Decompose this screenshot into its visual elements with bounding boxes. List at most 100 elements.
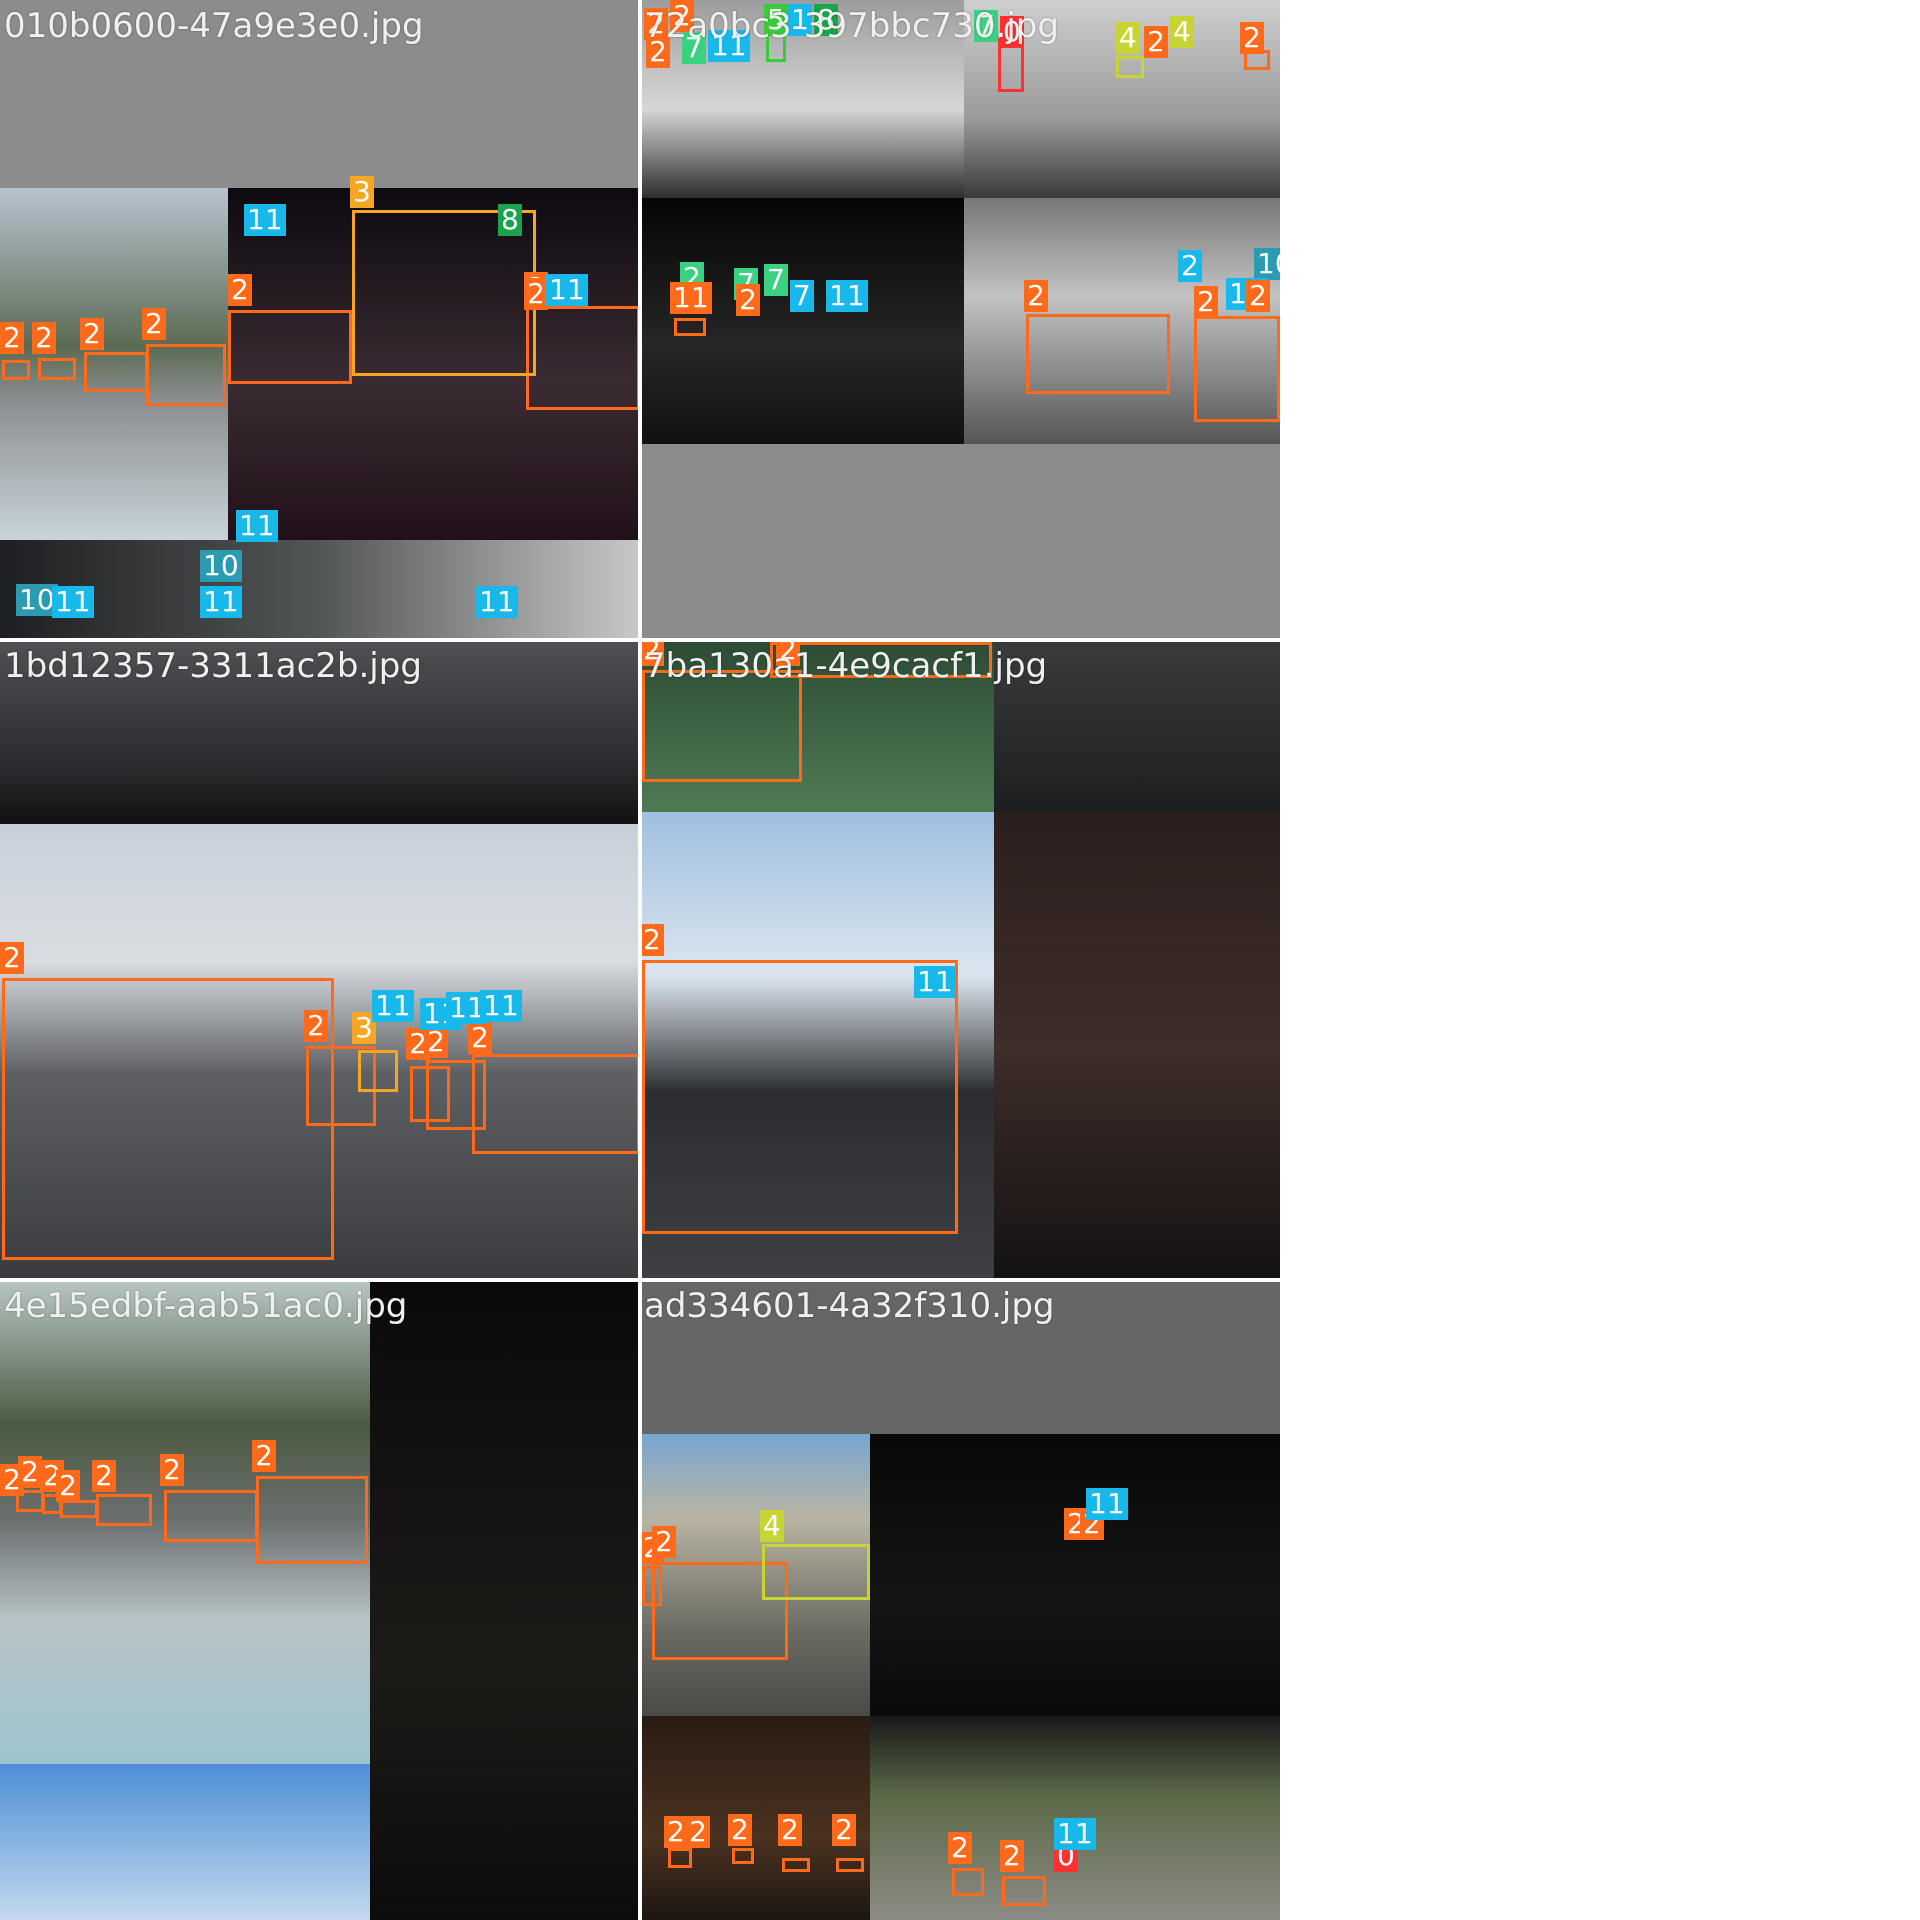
- mosaic-tile-2: 72a0bc3-397bbc730.jpg 2 2 2 7 11 5 1 8 7…: [640, 0, 1280, 640]
- bbox: [472, 1054, 640, 1154]
- class-label: 2: [652, 1526, 676, 1558]
- class-label: 2: [640, 924, 664, 956]
- bbox: [96, 1494, 152, 1526]
- class-label: 10: [1254, 248, 1280, 280]
- bbox: [38, 358, 76, 380]
- mosaic-tile-4: 7ba130a1-4e9cacf1.jpg 2 2 2 11: [640, 640, 1280, 1280]
- class-label: 11: [1054, 1818, 1096, 1850]
- class-label: 2: [664, 1816, 688, 1848]
- class-label: 11: [1086, 1488, 1128, 1520]
- tile-filename: 7ba130a1-4e9cacf1.jpg: [644, 646, 1048, 686]
- night-building-image: [994, 812, 1280, 1280]
- mosaic-tile-1: 010b0600-47a9e3e0.jpg 2 2 2 2 2 2 3 8 11…: [0, 0, 640, 640]
- sky-image: [0, 1764, 370, 1920]
- class-label: 2: [92, 1460, 116, 1492]
- class-label: 2: [0, 942, 24, 974]
- class-label: 11: [200, 586, 242, 618]
- bbox: [2, 360, 30, 380]
- class-label: 4: [760, 1510, 784, 1542]
- class-label: 8: [498, 204, 522, 236]
- bbox: [256, 1476, 368, 1564]
- tile-divider-horizontal: [0, 638, 1280, 642]
- trees-image: [0, 540, 640, 640]
- class-label: 2: [1000, 1840, 1024, 1872]
- tile-filename: 010b0600-47a9e3e0.jpg: [4, 6, 424, 46]
- class-label: 2: [80, 318, 104, 350]
- bbox: [732, 1848, 754, 1864]
- class-label: 4: [1170, 16, 1194, 48]
- class-label: 2: [524, 278, 548, 310]
- class-label: 2: [736, 284, 760, 316]
- class-label: 2: [1144, 26, 1168, 58]
- class-label: 2: [424, 1026, 448, 1058]
- bbox: [668, 1848, 692, 1868]
- tile-filename: ad334601-4a32f310.jpg: [644, 1286, 1055, 1326]
- class-label: 2: [468, 1022, 492, 1054]
- tile-filename: 1bd12357-3311ac2b.jpg: [4, 646, 422, 686]
- bbox: [642, 960, 958, 1234]
- class-label: 2: [728, 1814, 752, 1846]
- class-label: 2: [18, 1456, 42, 1488]
- class-label: 3: [350, 176, 374, 208]
- bbox: [782, 1858, 810, 1872]
- class-label: 2: [304, 1010, 328, 1042]
- class-label: 2: [252, 1440, 276, 1472]
- class-label: 2: [778, 1814, 802, 1846]
- night-road-image: [870, 1434, 1280, 1716]
- tile-filename: 72a0bc3-397bbc730.jpg: [644, 6, 1059, 46]
- mosaic-tile-5: 4e15edbf-aab51ac0.jpg 2 2 2 2 2 2 2: [0, 1280, 640, 1920]
- class-label: 11: [476, 586, 518, 618]
- tile-divider-vertical: [638, 0, 642, 1920]
- class-label: 11: [826, 280, 868, 312]
- class-label: 11: [480, 990, 522, 1022]
- bbox: [674, 318, 706, 336]
- class-label: 7: [764, 264, 788, 296]
- class-label: 2: [1240, 22, 1264, 54]
- bbox: [358, 1050, 398, 1092]
- class-label: 11: [236, 510, 278, 542]
- padding-area: [640, 444, 1280, 640]
- bbox: [952, 1868, 984, 1896]
- class-label: 2: [832, 1814, 856, 1846]
- bbox: [164, 1490, 258, 1542]
- bbox: [228, 310, 352, 384]
- bbox: [1002, 1876, 1046, 1906]
- class-label: 10: [200, 550, 242, 582]
- class-label: 11: [670, 282, 712, 314]
- class-label: 11: [244, 204, 286, 236]
- class-label: 2: [160, 1454, 184, 1486]
- bbox: [60, 1500, 98, 1518]
- class-label: 2: [1246, 280, 1270, 312]
- class-label: 2: [228, 274, 252, 306]
- mosaic-tile-6: ad334601-4a32f310.jpg 2 2 4 2 2 11 2 2 2…: [640, 1280, 1280, 1920]
- bbox: [526, 306, 640, 410]
- class-label: 11: [546, 274, 588, 306]
- class-label: 4: [1116, 22, 1140, 54]
- bbox: [1194, 316, 1280, 422]
- class-label: 2: [56, 1470, 80, 1502]
- mosaic-tile-3: 1bd12357-3311ac2b.jpg 2 2 3 2 2 2 11 11 …: [0, 640, 640, 1280]
- dark-road-image: [370, 1280, 640, 1920]
- class-label: 11: [52, 586, 94, 618]
- bbox: [762, 1544, 870, 1600]
- bbox: [642, 670, 802, 782]
- class-label: 2: [1024, 280, 1048, 312]
- tile-divider-horizontal: [0, 1278, 1280, 1282]
- class-label: 2: [686, 1816, 710, 1848]
- bbox: [836, 1858, 864, 1872]
- tile-filename: 4e15edbf-aab51ac0.jpg: [4, 1286, 408, 1326]
- class-label: 2: [1178, 250, 1202, 282]
- class-label: 7: [790, 280, 814, 312]
- bbox: [1026, 314, 1170, 394]
- bbox: [1116, 56, 1144, 78]
- class-label: 2: [0, 322, 24, 354]
- class-label: 2: [948, 1832, 972, 1864]
- bbox: [146, 344, 226, 406]
- class-label: 11: [914, 966, 956, 998]
- bbox: [84, 352, 148, 392]
- bbox: [2, 978, 334, 1260]
- class-label: 11: [372, 990, 414, 1022]
- class-label: 2: [32, 322, 56, 354]
- class-label: 2: [142, 308, 166, 340]
- class-label: 2: [1194, 286, 1218, 318]
